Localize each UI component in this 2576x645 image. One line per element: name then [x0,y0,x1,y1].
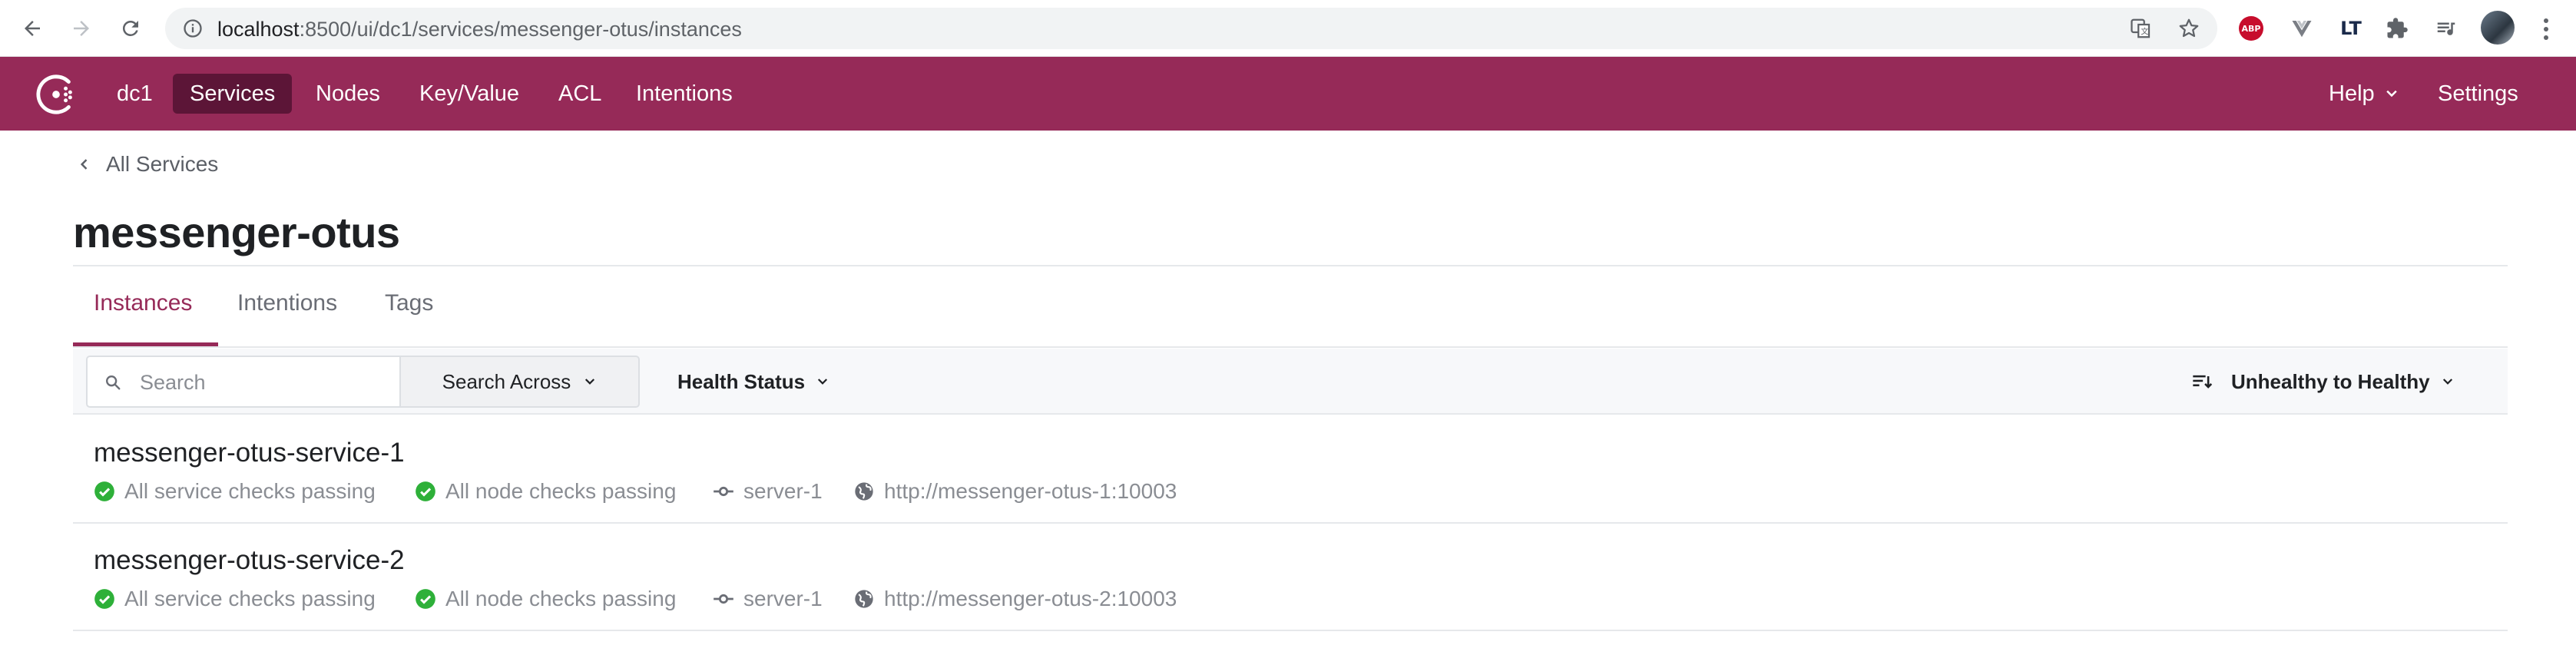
help-menu[interactable]: Help [2312,74,2416,114]
sort-label: Unhealthy to Healthy [2231,369,2430,393]
help-label: Help [2329,81,2375,106]
reload-button[interactable] [115,13,146,44]
sort-icon [2193,375,2213,389]
chevron-down-icon [585,379,595,385]
title-divider [73,265,2508,266]
arrow-right-icon [74,21,89,36]
sort-dropdown[interactable]: Unhealthy to Healthy [2191,356,2455,408]
chevron-left-icon [80,159,88,170]
extensions-icon [2387,18,2408,38]
nav-settings[interactable]: Settings [2421,74,2535,114]
nav-intentions[interactable]: Intentions [619,74,750,114]
instance-address: http://messenger-otus-2:10003 [853,587,1177,611]
chevron-down-icon [2386,90,2397,98]
node-checks-status: All node checks passing [415,587,676,611]
browser-menu-icon[interactable] [2535,14,2558,45]
search-field[interactable] [86,356,401,408]
search-across-dropdown[interactable]: Search Across [401,356,640,408]
vue-devtools-icon[interactable] [2286,12,2318,45]
health-status-dropdown[interactable]: Health Status [677,356,829,408]
search-across-label: Search Across [442,369,571,393]
info-icon[interactable] [182,18,204,39]
breadcrumb-all-services[interactable]: All Services [106,152,218,177]
main-navigation: dc1 Services Nodes Key/Value ACL Intenti… [0,57,2576,131]
arrow-left-icon [25,21,40,36]
instance-row[interactable]: messenger-otus-service-1 All service che… [73,416,2508,524]
instance-row[interactable]: messenger-otus-service-2 All service che… [73,524,2508,631]
check-circle-icon [94,589,114,609]
instance-name[interactable]: messenger-otus-service-2 [94,545,405,576]
git-commit-icon [714,594,733,604]
tab-instances[interactable]: Instances [94,290,192,316]
forward-button[interactable] [66,13,97,44]
node-link[interactable]: server-1 [713,479,823,504]
browser-toolbar: localhost:8500/ui/dc1/services/messenger… [0,0,2576,57]
breadcrumb[interactable]: All Services [77,152,218,177]
filter-bar: Search Across Health Status Unhealthy to… [73,349,2508,415]
consul-logo-icon[interactable] [34,72,78,117]
check-circle-icon [94,481,114,501]
puzzle-icon[interactable] [2381,12,2413,45]
chevron-down-icon [818,379,828,385]
tab-intentions[interactable]: Intentions [237,290,337,316]
check-circle-icon [416,589,435,609]
url-text: localhost:8500/ui/dc1/services/messenger… [217,18,742,41]
chevron-down-icon [2442,379,2452,385]
playlist-icon [2437,22,2455,35]
git-commit-icon [714,486,733,497]
profile-avatar[interactable] [2481,11,2515,45]
service-checks-status: All service checks passing [94,587,376,611]
node-link[interactable]: server-1 [713,587,823,611]
nav-key-value[interactable]: Key/Value [402,74,536,114]
instance-name[interactable]: messenger-otus-service-1 [94,438,405,468]
instance-address: http://messenger-otus-1:10003 [853,479,1177,504]
address-bar[interactable]: localhost:8500/ui/dc1/services/messenger… [165,8,2217,49]
nav-services[interactable]: Services [173,74,293,114]
star-icon[interactable] [2177,17,2200,40]
nav-acl[interactable]: ACL [541,74,618,114]
languagetool-icon[interactable]: LT [2335,12,2367,45]
nav-nodes[interactable]: Nodes [299,74,397,114]
search-icon [106,375,121,390]
media-queue-icon[interactable] [2430,12,2462,45]
globe-icon [855,590,873,608]
vue-icon [2292,21,2312,38]
check-circle-icon [416,481,435,501]
tab-tags[interactable]: Tags [385,290,433,316]
health-status-label: Health Status [677,369,806,393]
datacenter-selector[interactable]: dc1 [100,74,170,114]
search-input[interactable] [140,368,386,397]
tabs-divider [73,346,2508,348]
service-checks-status: All service checks passing [94,479,376,504]
back-button[interactable] [17,13,48,44]
translate-icon[interactable]: 文 [2130,17,2153,40]
node-checks-status: All node checks passing [415,479,676,504]
reload-icon [122,20,138,36]
adblock-plus-icon[interactable]: ABP [2235,12,2267,45]
globe-icon [855,482,873,501]
page-title: messenger-otus [73,208,400,256]
svg-text:文: 文 [2141,27,2148,37]
